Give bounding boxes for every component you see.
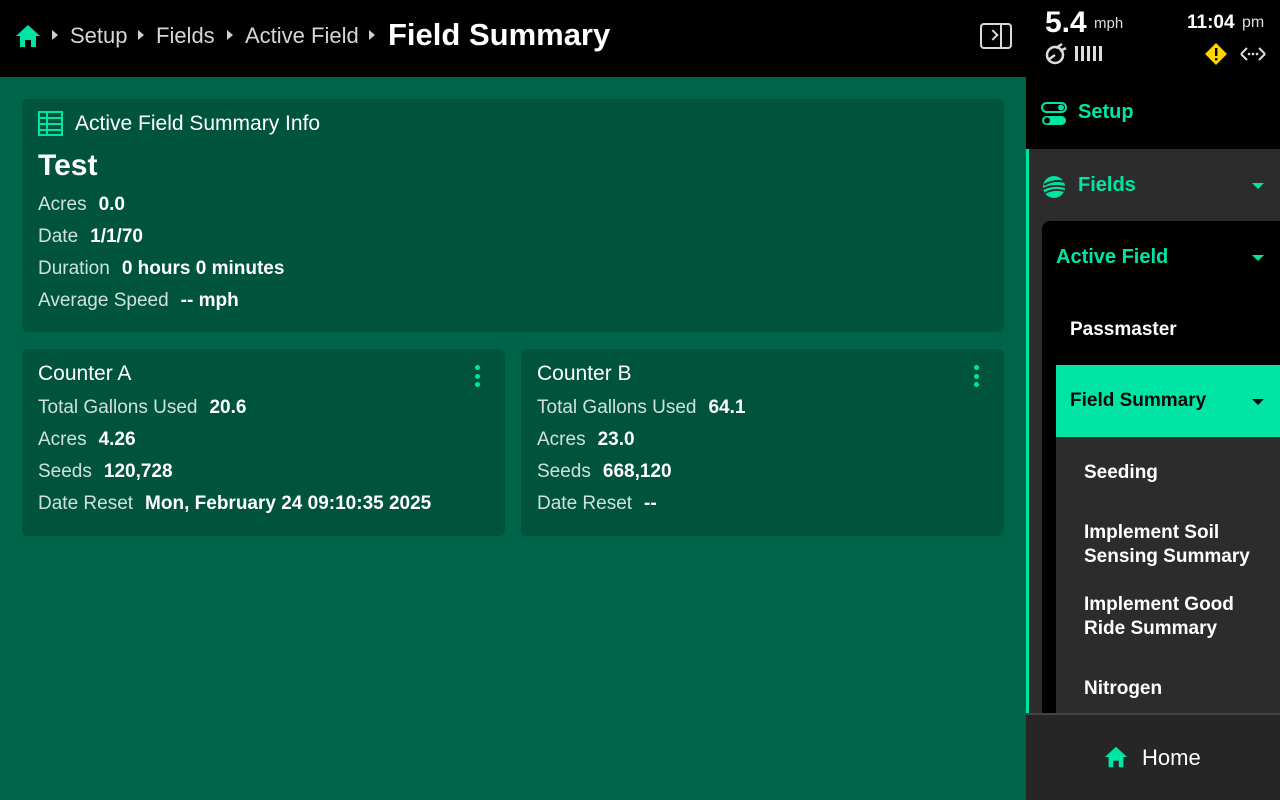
summary-row: Date 1/1/70 — [38, 226, 143, 247]
sidebar-item-label: Field Summary — [1070, 390, 1207, 411]
counter-row: Seeds 120,728 — [38, 461, 173, 482]
chevron-down-icon — [1252, 183, 1264, 189]
sidebar-item-field-summary[interactable]: Field Summary — [1056, 365, 1280, 437]
home-icon[interactable] — [14, 22, 42, 50]
more-options-icon[interactable] — [475, 365, 481, 387]
sidebar-nav: Setup Fields Active Field Passmaster Fie… — [1026, 77, 1280, 713]
counter-title: Counter B — [537, 362, 632, 385]
status-area: 5.4 mph 11:04 pm — [1026, 0, 1280, 77]
chevron-down-icon — [1252, 255, 1264, 261]
sidebar-item-setup[interactable]: Setup — [1026, 77, 1280, 149]
panel-toggle-button[interactable] — [980, 23, 1012, 49]
home-label: Home — [1142, 745, 1201, 770]
counter-a-card: Counter A Total Gallons Used 20.6 Acres 4.… — [22, 349, 505, 536]
counter-row: Seeds 668,120 — [537, 461, 672, 482]
counter-row: Acres 23.0 — [537, 429, 635, 450]
sidebar-item-good-ride[interactable]: Implement Good Ride Summary — [1084, 593, 1264, 641]
speed-unit: mph — [1094, 15, 1124, 32]
connection-icon[interactable] — [1239, 44, 1267, 64]
summary-row: Duration 0 hours 0 minutes — [38, 258, 285, 279]
speed-value: 5.4 — [1045, 6, 1087, 39]
counter-row: Total Gallons Used 20.6 — [38, 397, 247, 418]
summary-row: Average Speed -- mph — [38, 290, 239, 311]
breadcrumb-active-field[interactable]: Active Field — [245, 22, 359, 50]
warning-icon[interactable] — [1204, 42, 1228, 66]
signal-strength-icon — [1075, 46, 1102, 61]
sidebar-item-seeding[interactable]: Seeding — [1084, 461, 1264, 485]
summary-row: Acres 0.0 — [38, 194, 125, 215]
counter-row: Date Reset -- — [537, 493, 657, 514]
counter-row: Date Reset Mon, February 24 09:10:35 2025 — [38, 493, 432, 514]
counter-title: Counter A — [38, 362, 132, 385]
sidebar-item-soil-sensing[interactable]: Implement Soil Sensing Summary — [1084, 521, 1264, 569]
chevron-right-icon — [369, 30, 375, 40]
table-icon — [38, 111, 63, 136]
sidebar-submenu: Seeding Implement Soil Sensing Summary I… — [1056, 437, 1280, 713]
main-content: Active Field Summary Info Test Acres 0.0 … — [0, 77, 1026, 800]
counter-b-card: Counter B Total Gallons Used 64.1 Acres 23… — [521, 349, 1004, 536]
clock-ampm: pm — [1242, 14, 1265, 31]
sidebar-item-label: Fields — [1078, 174, 1136, 196]
summary-heading: Active Field Summary Info — [75, 111, 321, 135]
counter-row: Total Gallons Used 64.1 — [537, 397, 746, 418]
toggle-settings-icon — [1041, 102, 1067, 125]
home-button[interactable]: Home — [1026, 713, 1280, 800]
home-icon — [1104, 746, 1128, 768]
more-options-icon[interactable] — [974, 365, 980, 387]
chevron-right-icon — [987, 29, 999, 41]
summary-card: Active Field Summary Info Test Acres 0.0 … — [22, 99, 1004, 332]
page-title: Field Summary — [388, 17, 611, 52]
clock-time: 11:04 — [1187, 12, 1235, 33]
field-name: Test — [38, 149, 98, 182]
counter-row: Acres 4.26 — [38, 429, 136, 450]
chevron-down-icon — [1252, 399, 1264, 405]
summary-header: Active Field Summary Info — [38, 111, 320, 136]
sidebar-item-label: Active Field — [1056, 246, 1169, 268]
top-bar: Setup Fields Active Field Field Summary — [0, 0, 1026, 77]
field-icon — [1042, 176, 1066, 198]
chevron-right-icon — [52, 30, 58, 40]
breadcrumb-fields[interactable]: Fields — [156, 22, 215, 50]
gps-satellite-icon[interactable] — [1044, 42, 1068, 66]
sidebar-item-nitrogen[interactable]: Nitrogen — [1084, 677, 1264, 701]
sidebar-item-label: Setup — [1078, 101, 1134, 123]
sidebar-item-passmaster[interactable]: Passmaster — [1070, 319, 1177, 341]
breadcrumb-setup[interactable]: Setup — [70, 22, 128, 50]
chevron-right-icon — [227, 30, 233, 40]
chevron-right-icon — [138, 30, 144, 40]
